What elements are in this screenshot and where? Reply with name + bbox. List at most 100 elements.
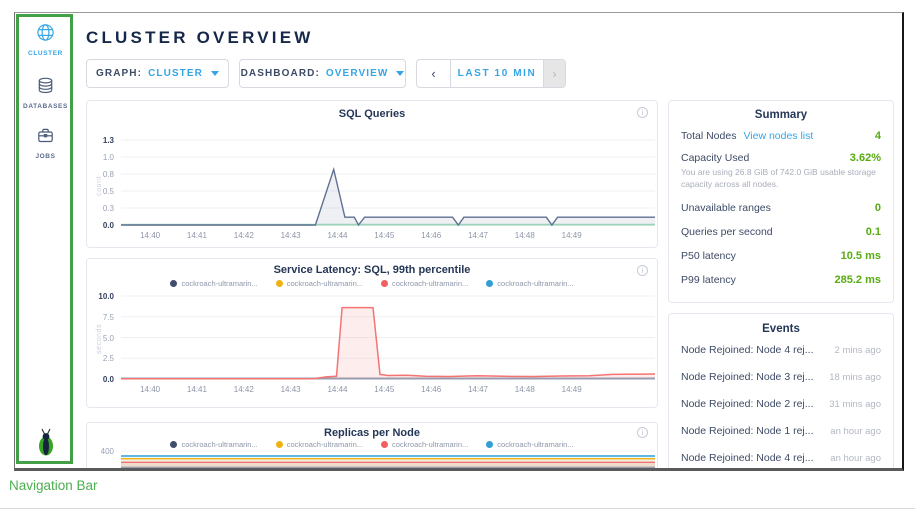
sidebar-item-label: CLUSTER — [19, 50, 72, 57]
chart-title: SQL Queries — [87, 108, 657, 120]
sidebar-item-databases[interactable]: DATABASES — [19, 76, 72, 110]
legend-label: cockroach-ultramarin... — [181, 440, 257, 449]
event-text: Node Rejoined: Node 3 rej... — [681, 371, 814, 383]
x-tick-label: 14:47 — [461, 385, 495, 394]
summary-row-p50: P50 latency 10.5 ms — [681, 250, 881, 262]
legend-dot-icon — [381, 280, 388, 287]
graph-dropdown-value: CLUSTER — [148, 68, 203, 79]
view-nodes-list-link[interactable]: View nodes list — [743, 130, 813, 142]
time-range-value[interactable]: LAST 10 MIN — [451, 60, 543, 87]
legend-dot-icon — [486, 280, 493, 287]
event-row[interactable]: Node Rejoined: Node 2 rej...31 mins ago — [681, 398, 881, 410]
y-tick-label: 0.0 — [87, 375, 114, 385]
x-axis-ticks: 14:4014:4114:4214:4314:4414:4514:4614:47… — [122, 385, 656, 397]
sidebar-item-label: DATABASES — [19, 103, 72, 110]
page: CLUSTER DATABASES — [0, 0, 915, 517]
chevron-down-icon — [396, 71, 404, 76]
total-nodes-label: Total Nodes — [681, 130, 736, 142]
y-axis-ticks: 10.07.55.02.50.0 — [87, 259, 117, 407]
chevron-down-icon — [211, 71, 219, 76]
legend-entry[interactable]: cockroach-ultramarin... — [276, 440, 363, 449]
legend-entry[interactable]: cockroach-ultramarin... — [381, 279, 468, 288]
x-tick-label: 14:42 — [227, 231, 261, 240]
graph-dropdown-label: GRAPH: — [96, 68, 142, 79]
total-nodes-value: 4 — [875, 130, 881, 142]
x-tick-label: 14:43 — [274, 385, 308, 394]
event-text: Node Rejoined: Node 2 rej... — [681, 398, 814, 410]
info-icon[interactable] — [637, 427, 648, 438]
event-row[interactable]: Node Rejoined: Node 4 rej...an hour ago — [681, 452, 881, 464]
x-tick-label: 14:41 — [180, 385, 214, 394]
y-tick-label: 0.5 — [87, 187, 114, 197]
divider — [0, 508, 915, 509]
x-axis-ticks: 14:4014:4114:4214:4314:4414:4514:4614:47… — [122, 231, 656, 243]
sidebar-item-label: JOBS — [19, 153, 72, 160]
y-tick-label: 0.8 — [87, 170, 114, 180]
legend-entry[interactable]: cockroach-ultramarin... — [486, 279, 573, 288]
x-tick-label: 14:47 — [461, 231, 495, 240]
events-card: Events Node Rejoined: Node 4 rej...2 min… — [668, 313, 894, 471]
x-tick-label: 14:44 — [321, 385, 355, 394]
legend-entry[interactable]: cockroach-ultramarin... — [170, 279, 257, 288]
sidebar-item-jobs[interactable]: JOBS — [19, 126, 72, 160]
x-tick-label: 14:44 — [321, 231, 355, 240]
capacity-caption: You are using 26.8 GiB of 742.0 GiB usab… — [681, 167, 881, 191]
y-tick-label: 1.0 — [87, 153, 114, 163]
legend-label: cockroach-ultramarin... — [392, 279, 468, 288]
legend-entry[interactable]: cockroach-ultramarin... — [381, 440, 468, 449]
event-text: Node Rejoined: Node 1 rej... — [681, 425, 814, 437]
y-tick-label: 0.3 — [87, 204, 114, 214]
x-tick-label: 14:43 — [274, 231, 308, 240]
time-range-next-button[interactable]: › — [543, 60, 565, 87]
p99-latency-area — [121, 308, 655, 379]
x-tick-label: 14:45 — [367, 231, 401, 240]
dashboard-dropdown[interactable]: DASHBOARD: OVERVIEW — [239, 59, 406, 88]
legend-dot-icon — [170, 441, 177, 448]
x-tick-label: 14:40 — [133, 385, 167, 394]
legend-entry[interactable]: cockroach-ultramarin... — [486, 440, 573, 449]
event-row[interactable]: Node Rejoined: Node 3 rej... 18 mins ago — [681, 371, 881, 383]
page-title: CLUSTER OVERVIEW — [86, 28, 314, 48]
dashboard-dropdown-label: DASHBOARD: — [241, 68, 320, 79]
sidebar-logo[interactable] — [19, 428, 72, 463]
legend-dot-icon — [276, 280, 283, 287]
summary-card: Summary Total NodesView nodes list 4 Cap… — [668, 100, 894, 303]
y-tick-label: 2.5 — [87, 354, 114, 364]
unavailable-ranges-value: 0 — [875, 202, 881, 214]
x-tick-label: 14:48 — [508, 385, 542, 394]
y-tick-label: 5.0 — [87, 334, 114, 344]
legend-label: cockroach-ultramarin... — [392, 440, 468, 449]
x-tick-label: 14:49 — [555, 385, 589, 394]
x-tick-label: 14:45 — [367, 385, 401, 394]
event-time: 18 mins ago — [829, 372, 881, 383]
summary-row-qps: Queries per second 0.1 — [681, 226, 881, 238]
p99-latency-line — [121, 308, 655, 379]
legend-dot-icon — [276, 441, 283, 448]
jobs-briefcase-icon — [36, 126, 55, 150]
chart-legend: cockroach-ultramarin... cockroach-ultrama… — [87, 440, 657, 449]
qps-value: 0.1 — [866, 226, 881, 238]
service-latency-chart-panel: Service Latency: SQL, 99th percentile co… — [86, 258, 658, 408]
time-range-selector: ‹ LAST 10 MIN › — [416, 59, 566, 88]
legend-entry[interactable]: cockroach-ultramarin... — [276, 279, 363, 288]
time-range-prev-button[interactable]: ‹ — [417, 60, 451, 87]
legend-dot-icon — [170, 280, 177, 287]
event-text: Node Rejoined: Node 4 rej... — [681, 452, 814, 464]
legend-label: cockroach-ultramarin... — [497, 279, 573, 288]
event-time: an hour ago — [830, 426, 881, 437]
cockroachdb-logo-icon — [34, 428, 58, 463]
info-icon[interactable] — [637, 265, 648, 276]
info-icon[interactable] — [637, 107, 648, 118]
event-text: Node Rejoined: Node 4 rej... — [681, 344, 814, 356]
sidebar-item-cluster[interactable]: CLUSTER — [19, 23, 72, 57]
annotation-label: Navigation Bar — [9, 478, 98, 493]
graph-dropdown[interactable]: GRAPH: CLUSTER — [86, 59, 229, 88]
p50-latency-label: P50 latency — [681, 250, 736, 262]
event-row[interactable]: Node Rejoined: Node 1 rej... an hour ago — [681, 425, 881, 437]
dashboard-dropdown-value: OVERVIEW — [326, 68, 389, 79]
event-row[interactable]: Node Rejoined: Node 4 rej...2 mins ago — [681, 344, 881, 356]
x-tick-label: 14:42 — [227, 385, 261, 394]
legend-entry[interactable]: cockroach-ultramarin... — [170, 440, 257, 449]
sql-queries-plot — [121, 140, 655, 225]
qps-label: Queries per second — [681, 226, 773, 238]
